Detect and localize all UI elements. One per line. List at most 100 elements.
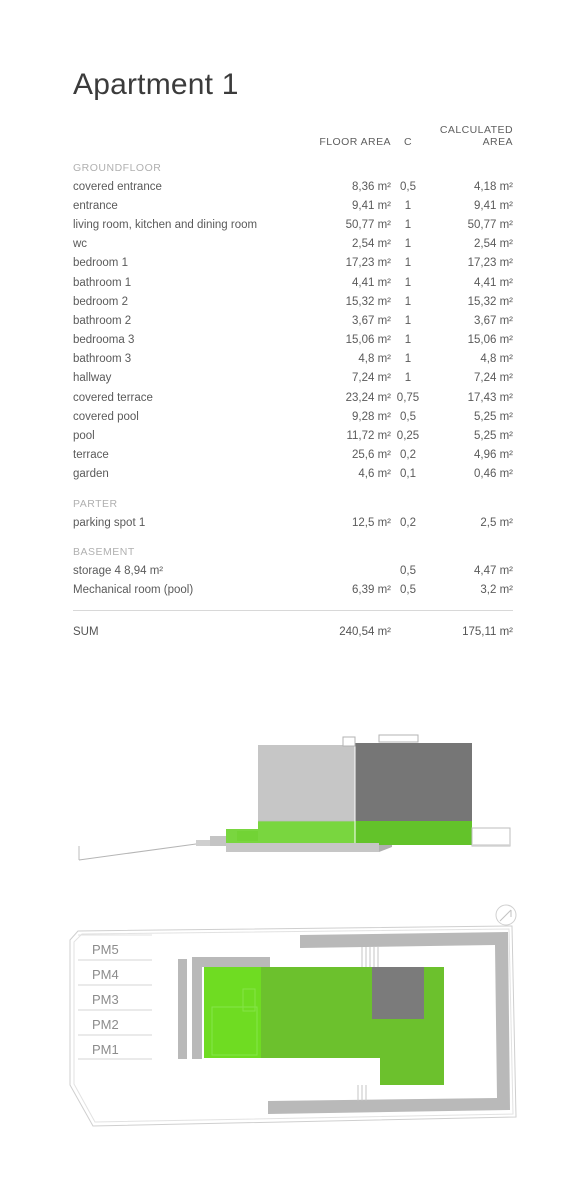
row-calculated-area: 4,47 m² bbox=[474, 564, 513, 577]
column-header-calculated-area: CALCULATED AREA bbox=[425, 124, 513, 158]
house-right-upper bbox=[355, 743, 472, 821]
table-row: living room, kitchen and dining room 50,7… bbox=[73, 215, 513, 234]
row-coefficient: 1 bbox=[404, 238, 412, 251]
siteplan-svg: PM5 PM4 PM3 PM2 PM1 bbox=[69, 904, 517, 1127]
table-row: Mechanical room (pool) 6,39 m² 0,5 3,2 m² bbox=[73, 580, 513, 599]
row-coefficient: 1 bbox=[404, 334, 412, 347]
row-name: garden bbox=[73, 468, 109, 481]
row-floor-area: 3,67 m² bbox=[352, 314, 391, 327]
column-header-floor-area: FLOOR AREA bbox=[319, 136, 391, 148]
roof-parapet-wide bbox=[378, 734, 419, 743]
table-spacer bbox=[73, 600, 513, 611]
ground-floor-site-plan: PM5 PM4 PM3 PM2 PM1 bbox=[0, 895, 583, 1145]
column-header-name bbox=[73, 124, 305, 158]
table-row: storage 4 8,94 m² 0,5 4,47 m² bbox=[73, 561, 513, 580]
driveway-wall-outer bbox=[178, 959, 188, 1059]
parking-label-pm3: PM3 bbox=[92, 992, 119, 1007]
parking-label-pm5: PM5 bbox=[92, 942, 119, 957]
row-coefficient: 0,5 bbox=[400, 564, 416, 577]
row-coefficient: 1 bbox=[404, 372, 412, 385]
parking-label-pm1: PM1 bbox=[92, 1042, 119, 1057]
row-floor-area: 12,5 m² bbox=[352, 516, 391, 529]
terrace-step-2 bbox=[210, 836, 226, 846]
right-canopy-box bbox=[471, 827, 511, 847]
document-page: Apartment 1 FLOOR AREA C CALCULATED AREA… bbox=[0, 0, 583, 1200]
compass-north-icon bbox=[495, 904, 517, 926]
row-name: covered pool bbox=[73, 410, 139, 423]
elevation-svg bbox=[78, 734, 511, 861]
table-section-header: BASEMENT bbox=[73, 532, 513, 561]
row-coefficient: 0,2 bbox=[400, 449, 416, 462]
column-header-coefficient: C bbox=[403, 136, 413, 148]
sum-calculated-area: 175,11 m² bbox=[425, 609, 513, 638]
row-calculated-area: 4,18 m² bbox=[474, 180, 513, 193]
row-floor-area: 7,24 m² bbox=[352, 372, 391, 385]
row-coefficient: 1 bbox=[404, 276, 412, 289]
table-row: wc 2,54 m² 1 2,54 m² bbox=[73, 235, 513, 254]
parking-label-pm2: PM2 bbox=[92, 1017, 119, 1032]
row-floor-area: 25,6 m² bbox=[352, 449, 391, 462]
table-section-header: PARTER bbox=[73, 484, 513, 513]
row-name: bathroom 3 bbox=[73, 353, 132, 366]
table-header-row: FLOOR AREA C CALCULATED AREA bbox=[73, 124, 513, 158]
house-right-lower-green bbox=[355, 821, 472, 845]
sum-label: SUM bbox=[73, 609, 305, 638]
row-name: storage 4 8,94 m² bbox=[73, 564, 164, 577]
table-row: covered entrance 8,36 m² 0,5 4,18 m² bbox=[73, 177, 513, 196]
table-body: GROUNDFLOOR covered entrance 8,36 m² 0,5 4,1… bbox=[73, 158, 513, 638]
row-calculated-area: 15,06 m² bbox=[467, 334, 513, 347]
row-floor-area: 4,41 m² bbox=[352, 276, 391, 289]
row-calculated-area: 2,54 m² bbox=[474, 238, 513, 251]
row-coefficient: 1 bbox=[404, 257, 412, 270]
mechanical-room-block bbox=[372, 967, 424, 1019]
row-floor-area: 4,8 m² bbox=[358, 353, 391, 366]
row-coefficient: 0,5 bbox=[400, 410, 416, 423]
table-row: bathroom 2 3,67 m² 1 3,67 m² bbox=[73, 311, 513, 330]
row-floor-area: 9,41 m² bbox=[352, 199, 391, 212]
table-row: bathroom 3 4,8 m² 1 4,8 m² bbox=[73, 350, 513, 369]
row-coefficient: 0,2 bbox=[400, 516, 416, 529]
table-row: garden 4,6 m² 0,1 0,46 m² bbox=[73, 465, 513, 484]
row-calculated-area: 4,96 m² bbox=[474, 449, 513, 462]
row-floor-area: 15,06 m² bbox=[345, 334, 391, 347]
terrace-step-1 bbox=[196, 840, 210, 846]
row-floor-area: 15,32 m² bbox=[345, 295, 391, 308]
row-calculated-area: 0,46 m² bbox=[474, 468, 513, 481]
row-calculated-area: 7,24 m² bbox=[474, 372, 513, 385]
row-coefficient: 1 bbox=[404, 353, 412, 366]
sum-coefficient bbox=[391, 609, 425, 638]
calculated-area-line-2: AREA bbox=[482, 136, 513, 148]
table-row: bedroom 2 15,32 m² 1 15,32 m² bbox=[73, 292, 513, 311]
row-calculated-area: 4,41 m² bbox=[474, 276, 513, 289]
section-label: BASEMENT bbox=[73, 546, 135, 559]
row-coefficient: 1 bbox=[404, 314, 412, 327]
table-sum-row: SUM 240,54 m² 175,11 m² bbox=[73, 609, 513, 638]
row-name: parking spot 1 bbox=[73, 516, 146, 529]
row-name: wc bbox=[73, 238, 88, 251]
row-floor-area: 50,77 m² bbox=[345, 218, 391, 231]
house-left-lower-green bbox=[258, 821, 355, 843]
section-label: PARTER bbox=[73, 498, 118, 510]
row-name: terrace bbox=[73, 449, 109, 462]
row-calculated-area: 5,25 m² bbox=[474, 410, 513, 423]
row-calculated-area: 17,23 m² bbox=[467, 257, 513, 270]
section-label: GROUNDFLOOR bbox=[73, 162, 162, 174]
row-calculated-area: 2,5 m² bbox=[480, 516, 513, 529]
row-floor-area: 6,39 m² bbox=[352, 583, 391, 596]
table-row: parking spot 1 12,5 m² 0,2 2,5 m² bbox=[73, 513, 513, 532]
row-name: bedroom 1 bbox=[73, 257, 128, 270]
row-name: Mechanical room (pool) bbox=[73, 583, 194, 596]
row-floor-area: 9,28 m² bbox=[352, 410, 391, 423]
house-base-shadow bbox=[258, 843, 379, 852]
row-calculated-area: 5,25 m² bbox=[474, 430, 513, 443]
row-name: pool bbox=[73, 430, 95, 443]
row-coefficient: 1 bbox=[404, 199, 412, 212]
row-calculated-area: 3,2 m² bbox=[480, 583, 513, 596]
row-floor-area: 23,24 m² bbox=[345, 391, 391, 404]
row-coefficient: 0,25 bbox=[396, 430, 420, 443]
table-row: covered terrace 23,24 m² 0,75 17,43 m² bbox=[73, 388, 513, 407]
row-calculated-area: 50,77 m² bbox=[467, 218, 513, 231]
table-row: hallway 7,24 m² 1 7,24 m² bbox=[73, 369, 513, 388]
table-row: terrace 25,6 m² 0,2 4,96 m² bbox=[73, 446, 513, 465]
table-row: entrance 9,41 m² 1 9,41 m² bbox=[73, 196, 513, 215]
